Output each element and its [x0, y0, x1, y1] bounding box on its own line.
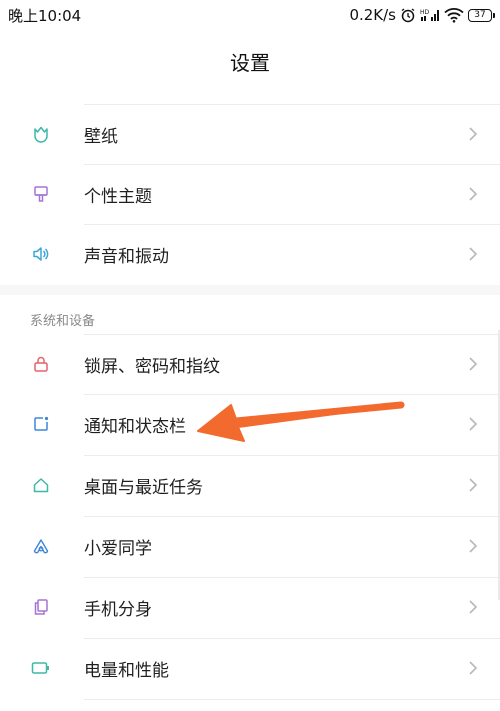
- page-title-bar: 设置: [0, 30, 500, 92]
- divider: [84, 699, 500, 700]
- settings-item-battery[interactable]: 电量和性能: [0, 638, 500, 698]
- status-indicators: 0.2K/s HD 37: [349, 6, 495, 24]
- chevron-right-icon: [466, 245, 480, 263]
- wallpaper-icon: [31, 124, 51, 144]
- settings-item-label: 电量和性能: [84, 660, 169, 681]
- notification-icon: [31, 414, 51, 434]
- settings-item-notifications[interactable]: 通知和状态栏: [0, 394, 500, 454]
- status-bar: 晚上10:04 0.2K/s HD 37: [0, 0, 500, 30]
- alarm-icon: [400, 7, 416, 23]
- settings-item-desktop[interactable]: 桌面与最近任务: [0, 455, 500, 515]
- settings-item-label: 桌面与最近任务: [84, 477, 203, 498]
- chevron-right-icon: [466, 355, 480, 373]
- battery-icon: [31, 658, 51, 678]
- settings-item-xiaoai[interactable]: 小爱同学: [0, 516, 500, 576]
- network-speed: 0.2K/s: [349, 6, 396, 24]
- battery-level: 37: [474, 9, 486, 20]
- settings-item-sound[interactable]: 声音和振动: [0, 224, 500, 284]
- clone-icon: [31, 597, 51, 617]
- section-header-label: 系统和设备: [30, 313, 96, 329]
- settings-item-label: 锁屏、密码和指纹: [84, 356, 220, 377]
- speaker-icon: [31, 244, 51, 264]
- status-time: 晚上10:04: [8, 6, 82, 25]
- settings-item-label: 手机分身: [84, 599, 152, 620]
- xiaoai-icon: [31, 536, 51, 556]
- theme-brush-icon: [31, 184, 51, 204]
- settings-item-clone[interactable]: 手机分身: [0, 577, 500, 637]
- settings-item-lockscreen[interactable]: 锁屏、密码和指纹: [0, 334, 500, 394]
- chevron-right-icon: [466, 185, 480, 203]
- page-title: 设置: [230, 50, 270, 75]
- settings-item-label: 小爱同学: [84, 538, 152, 559]
- settings-item-label: 声音和振动: [84, 246, 169, 267]
- wifi-icon: [444, 7, 464, 23]
- settings-item-theme[interactable]: 个性主题: [0, 164, 500, 224]
- settings-item-label: 个性主题: [84, 186, 152, 207]
- hd-signal-icon: HD: [420, 7, 440, 23]
- chevron-right-icon: [466, 415, 480, 433]
- settings-item-label: 壁纸: [84, 126, 118, 147]
- settings-item-wallpaper[interactable]: 壁纸: [0, 104, 500, 164]
- chevron-right-icon: [466, 125, 480, 143]
- svg-text:HD: HD: [420, 9, 430, 16]
- chevron-right-icon: [466, 537, 480, 555]
- chevron-right-icon: [466, 476, 480, 494]
- home-icon: [31, 475, 51, 495]
- battery-indicator: 37: [468, 8, 495, 22]
- chevron-right-icon: [466, 598, 480, 616]
- lock-icon: [31, 354, 51, 374]
- settings-item-label: 通知和状态栏: [84, 416, 186, 437]
- section-separator: [0, 285, 500, 295]
- chevron-right-icon: [466, 659, 480, 677]
